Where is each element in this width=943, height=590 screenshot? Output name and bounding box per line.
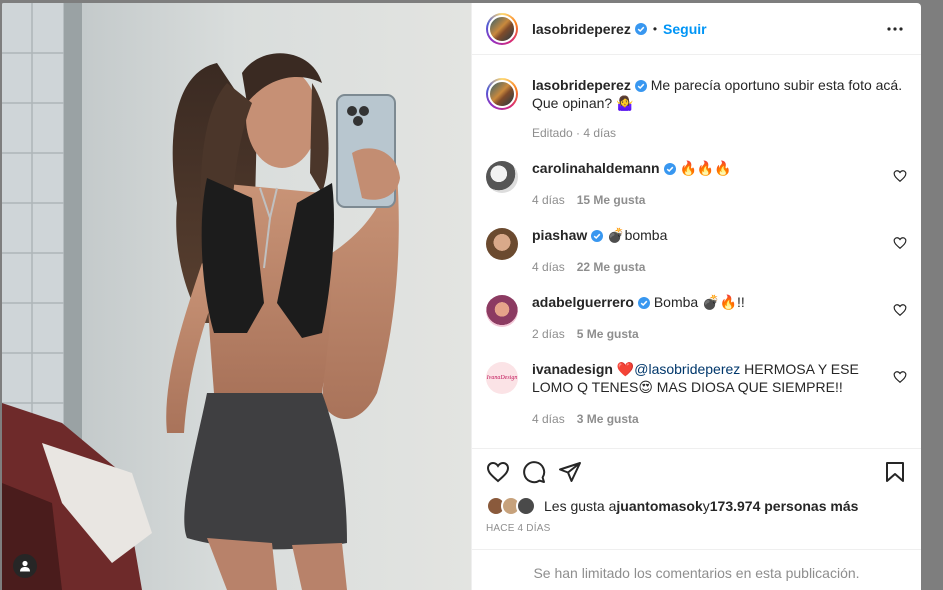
verified-icon: [634, 23, 647, 35]
comment-mention[interactable]: @lasobrideperez: [634, 361, 740, 377]
heart-icon: [486, 461, 510, 483]
comment-avatar[interactable]: IvanaDesign: [486, 362, 518, 394]
comment-avatar[interactable]: [486, 161, 518, 193]
verified-icon: [634, 80, 647, 92]
verified-icon: [591, 230, 604, 242]
save-button[interactable]: [883, 460, 907, 484]
comment-likes[interactable]: 3 Me gusta: [577, 410, 639, 428]
comment-username[interactable]: adabelguerrero: [532, 294, 634, 310]
comments-list[interactable]: lasobrideperez Me parecía oportuno subir…: [472, 55, 921, 448]
comment-time[interactable]: 4 días: [532, 258, 565, 276]
comment-avatar[interactable]: [486, 228, 518, 260]
liker-avatar: [516, 496, 536, 516]
comment-likes[interactable]: 5 Me gusta: [577, 325, 639, 343]
post-actions: Les gusta a juantomasok y 173.974 person…: [472, 448, 921, 590]
heart-icon[interactable]: [893, 236, 907, 250]
user-tag-button[interactable]: [13, 554, 37, 578]
heart-icon[interactable]: [893, 370, 907, 384]
author-username[interactable]: lasobrideperez: [532, 21, 631, 37]
likes-count[interactable]: 173.974 personas más: [710, 498, 859, 514]
caption-username[interactable]: lasobrideperez: [532, 77, 631, 93]
post-modal: lasobrideperez • Seguir lasobrideperez M…: [2, 3, 921, 590]
comment-icon: [523, 461, 546, 484]
post-timestamp: HACE 4 DÍAS: [486, 523, 551, 534]
author-avatar[interactable]: [486, 13, 518, 45]
comment-avatar[interactable]: [486, 295, 518, 327]
verified-icon: [637, 297, 650, 309]
comment-username[interactable]: carolinahaldemann: [532, 160, 660, 176]
caption: lasobrideperez Me parecía oportuno subir…: [486, 76, 907, 142]
share-button[interactable]: [558, 460, 582, 484]
heart-icon[interactable]: [893, 303, 907, 317]
comment-time[interactable]: 2 días: [532, 325, 565, 343]
post-header: lasobrideperez • Seguir: [472, 4, 921, 55]
comment-username[interactable]: piashaw: [532, 227, 587, 243]
follow-button[interactable]: Seguir: [663, 21, 707, 37]
share-icon: [559, 462, 581, 482]
comment-text: 💣bomba: [607, 227, 668, 243]
comment-item: IvanaDesign ivanadesign ❤️@lasobridepere…: [486, 360, 907, 428]
comment-text: 🔥🔥🔥: [679, 160, 732, 176]
likers-avatars: [486, 496, 536, 516]
separator-dot: •: [652, 22, 658, 36]
comment-avatar-logo: IvanaDesign: [486, 362, 518, 394]
comment-time[interactable]: 4 días: [532, 191, 565, 209]
comment-item: adabelguerrero Bomba 💣🔥!! 2 días 5 Me gu…: [486, 293, 907, 343]
likes-prefix: Les gusta a: [544, 498, 617, 514]
action-bar: [486, 449, 907, 495]
comment-item: piashaw 💣bomba 4 días 22 Me gusta: [486, 226, 907, 276]
user-tag-icon: [20, 560, 30, 572]
comment-username[interactable]: ivanadesign: [532, 361, 613, 377]
more-icon: [887, 27, 903, 31]
comment-item: carolinahaldemann 🔥🔥🔥 4 días 15 Me gusta: [486, 159, 907, 209]
photo-image: [2, 3, 471, 590]
like-button[interactable]: [486, 460, 510, 484]
comment-time[interactable]: 4 días: [532, 410, 565, 428]
comment-likes[interactable]: 22 Me gusta: [577, 258, 646, 276]
comment-text: Bomba 💣🔥!!: [653, 294, 745, 310]
caption-meta: Editado · 4 días: [532, 126, 617, 140]
page-backdrop: lasobrideperez • Seguir lasobrideperez M…: [0, 0, 943, 590]
caption-avatar[interactable]: [486, 78, 518, 110]
comment-likes[interactable]: 15 Me gusta: [577, 191, 646, 209]
likes-summary[interactable]: Les gusta a juantomasok y 173.974 person…: [486, 495, 907, 517]
heart-icon[interactable]: [893, 169, 907, 183]
comment-button[interactable]: [522, 460, 546, 484]
verified-icon: [663, 163, 676, 175]
comments-limited-notice: Se han limitado los comentarios en esta …: [472, 549, 921, 590]
save-icon: [886, 462, 904, 482]
more-options-button[interactable]: [883, 17, 907, 41]
post-photo[interactable]: [2, 3, 471, 590]
likes-middle: y: [702, 498, 710, 514]
comment-text-prefix: ❤️: [616, 361, 635, 377]
likes-user[interactable]: juantomasok: [616, 498, 702, 514]
post-sidebar: lasobrideperez • Seguir lasobrideperez M…: [471, 3, 921, 590]
